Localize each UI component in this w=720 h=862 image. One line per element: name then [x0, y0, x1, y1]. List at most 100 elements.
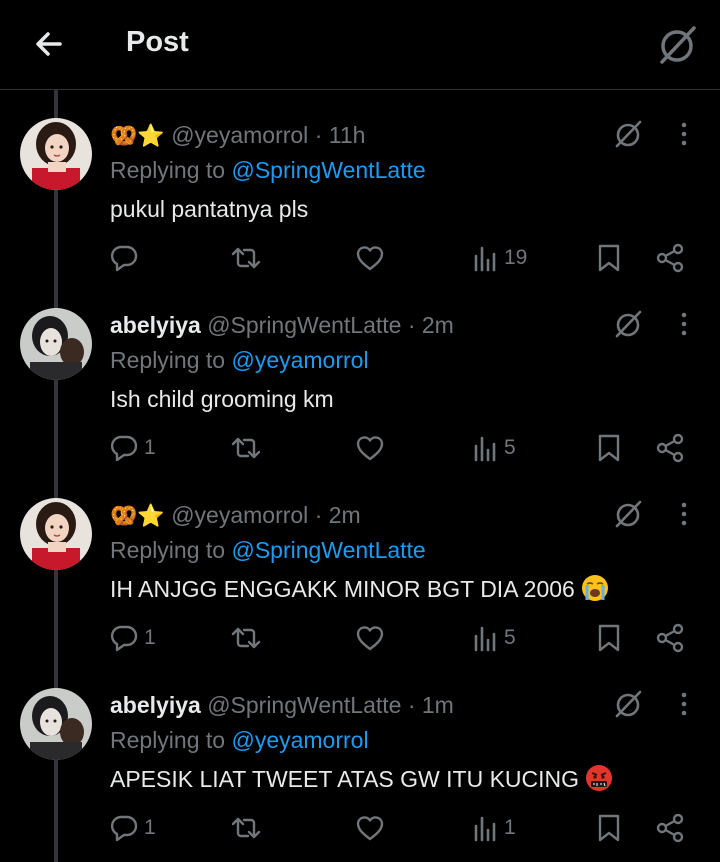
more-vertical-icon — [681, 692, 687, 716]
more-options-button[interactable] — [668, 498, 700, 530]
loudly-crying-face-icon — [581, 575, 608, 601]
avatar[interactable] — [20, 688, 92, 760]
handle[interactable]: @SpringWentLatte — [207, 692, 401, 718]
share-button[interactable] — [654, 808, 686, 848]
reply-button[interactable]: 1 — [108, 618, 156, 658]
reply-count: 1 — [144, 436, 156, 459]
replying-to-link[interactable]: @yeyamorrol — [231, 727, 368, 753]
tweet-actions: 19 — [0, 238, 720, 278]
repost-icon — [231, 627, 261, 649]
timestamp[interactable]: · 2m — [315, 502, 361, 528]
repost-button[interactable] — [228, 618, 264, 658]
bookmark-icon — [598, 244, 620, 272]
repost-icon — [231, 247, 261, 269]
grok-button[interactable] — [612, 688, 644, 720]
repost-button[interactable] — [228, 428, 264, 468]
handle[interactable]: @yeyamorrol — [171, 502, 308, 528]
views-button[interactable]: 5 — [472, 428, 516, 468]
tweet-item[interactable]: abelyiya @SpringWentLatte · 2m Replying … — [0, 284, 720, 474]
timestamp[interactable]: · 2m — [408, 312, 454, 338]
tweet-item[interactable]: 🥨⭐ @yeyamorrol · 11h Replying to @Spring… — [0, 94, 720, 284]
bookmark-button[interactable] — [594, 428, 624, 468]
replying-label: Replying to — [110, 157, 226, 183]
grok-icon — [615, 690, 642, 718]
handle[interactable]: @yeyamorrol — [171, 122, 308, 148]
heart-icon — [356, 626, 384, 651]
tweet-header: 🥨⭐ @yeyamorrol · 11h — [110, 121, 365, 150]
analytics-icon — [474, 436, 496, 462]
display-name[interactable]: abelyiya — [110, 692, 201, 718]
views-button[interactable]: 5 — [472, 618, 516, 658]
display-name[interactable]: abelyiya — [110, 312, 201, 338]
bookmark-icon — [598, 624, 620, 652]
grok-button[interactable] — [612, 498, 644, 530]
more-options-button[interactable] — [668, 688, 700, 720]
tweet-text: IH ANJGG ENGGAKK MINOR BGT DIA 2006 — [110, 576, 575, 602]
share-icon — [656, 623, 684, 653]
grok-icon — [615, 310, 642, 338]
top-bar: Post — [0, 0, 720, 90]
view-count: 19 — [504, 246, 528, 269]
reply-button[interactable]: 1 — [108, 428, 156, 468]
replying-to-line: Replying to @SpringWentLatte — [110, 536, 426, 564]
like-button[interactable] — [354, 808, 386, 848]
analytics-icon — [474, 246, 496, 272]
share-icon — [656, 813, 684, 843]
timestamp[interactable]: · 1m — [408, 692, 454, 718]
replying-to-link[interactable]: @yeyamorrol — [231, 347, 368, 373]
repost-button[interactable] — [228, 808, 264, 848]
views-button[interactable]: 19 — [472, 238, 527, 278]
avatar[interactable] — [20, 118, 92, 190]
share-button[interactable] — [654, 238, 686, 278]
like-button[interactable] — [354, 428, 386, 468]
bookmark-button[interactable] — [594, 808, 624, 848]
tweet-item[interactable]: abelyiya @SpringWentLatte · 1m Replying … — [0, 664, 720, 854]
page-title: Post — [126, 26, 189, 58]
replying-to-line: Replying to @SpringWentLatte — [110, 156, 426, 184]
bookmark-button[interactable] — [594, 618, 624, 658]
display-name[interactable]: 🥨⭐ — [110, 123, 165, 148]
display-name[interactable]: 🥨⭐ — [110, 503, 165, 528]
bookmark-button[interactable] — [594, 238, 624, 278]
replying-to-line: Replying to @yeyamorrol — [110, 346, 369, 374]
tweet-header: abelyiya @SpringWentLatte · 2m — [110, 311, 454, 339]
grok-button[interactable] — [612, 308, 644, 340]
replying-to-link[interactable]: @SpringWentLatte — [231, 157, 425, 183]
share-button[interactable] — [654, 428, 686, 468]
heart-icon — [356, 436, 384, 461]
reply-icon — [110, 815, 138, 842]
tweet-text-container: APESIK LIAT TWEET ATAS GW ITU KUCING — [110, 764, 613, 794]
tweet-header: abelyiya @SpringWentLatte · 1m — [110, 691, 454, 719]
like-button[interactable] — [354, 618, 386, 658]
avatar[interactable] — [20, 308, 92, 380]
avatar[interactable] — [20, 498, 92, 570]
grok-button[interactable] — [654, 22, 700, 68]
share-icon — [656, 433, 684, 463]
timestamp[interactable]: · 11h — [315, 122, 366, 148]
reply-icon — [110, 625, 138, 652]
more-options-button[interactable] — [668, 118, 700, 150]
tweet-text: pukul pantatnya pls — [110, 196, 309, 222]
more-options-button[interactable] — [668, 308, 700, 340]
analytics-icon — [474, 626, 496, 652]
tweet-item[interactable]: 🥨⭐ @yeyamorrol · 2m Replying to @SpringW… — [0, 474, 720, 664]
tweet-text: APESIK LIAT TWEET ATAS GW ITU KUCING — [110, 766, 580, 792]
reply-count: 1 — [144, 816, 156, 839]
repost-button[interactable] — [228, 238, 264, 278]
views-button[interactable]: 1 — [472, 808, 516, 848]
tweet-actions: 1 5 — [0, 618, 720, 658]
bookmark-icon — [598, 434, 620, 462]
heart-icon — [356, 816, 384, 841]
reply-button[interactable]: 1 — [108, 808, 156, 848]
grok-button[interactable] — [612, 118, 644, 150]
handle[interactable]: @SpringWentLatte — [207, 312, 401, 338]
replying-to-link[interactable]: @SpringWentLatte — [231, 537, 425, 563]
back-button[interactable] — [30, 24, 70, 64]
more-vertical-icon — [681, 312, 687, 336]
view-count: 1 — [504, 816, 516, 839]
like-button[interactable] — [354, 238, 386, 278]
reply-button[interactable] — [108, 238, 144, 278]
tweet-header: 🥨⭐ @yeyamorrol · 2m — [110, 501, 361, 530]
share-button[interactable] — [654, 618, 686, 658]
grok-icon — [615, 120, 642, 148]
